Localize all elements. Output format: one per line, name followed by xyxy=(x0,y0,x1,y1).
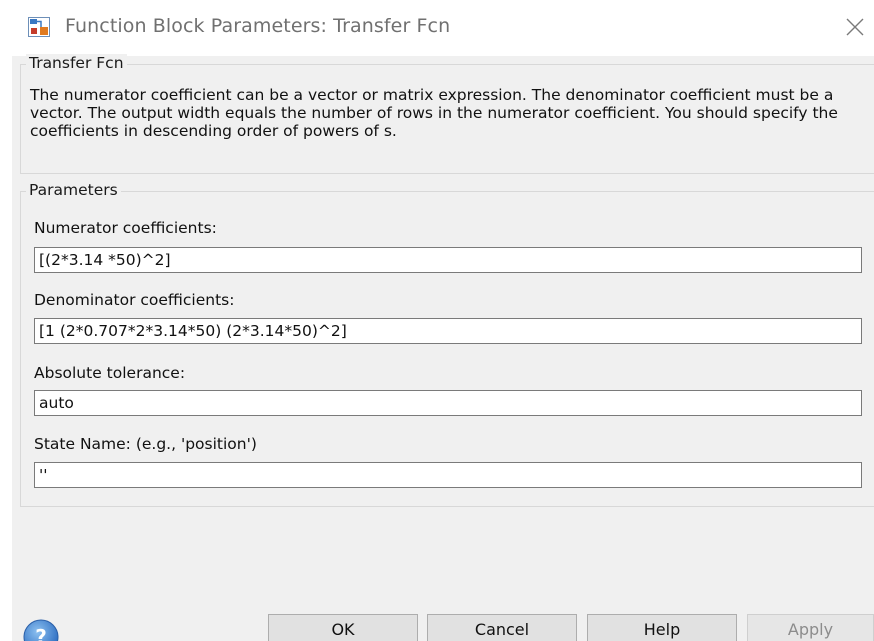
denominator-input[interactable] xyxy=(34,318,862,344)
simulink-block-icon xyxy=(28,17,50,37)
ok-button[interactable]: OK xyxy=(268,614,418,641)
parameters-section-label: Parameters xyxy=(26,181,121,199)
cancel-button[interactable]: Cancel xyxy=(427,614,577,641)
state-name-input[interactable] xyxy=(34,462,862,488)
window-title: Function Block Parameters: Transfer Fcn xyxy=(65,15,451,37)
numerator-input[interactable] xyxy=(34,247,862,273)
window-edge xyxy=(0,0,12,641)
parameters-group xyxy=(20,191,874,507)
help-button[interactable]: Help xyxy=(587,614,737,641)
numerator-label: Numerator coefficients: xyxy=(34,219,217,237)
question-icon[interactable]: ? xyxy=(22,618,60,641)
absolute-tolerance-label: Absolute tolerance: xyxy=(34,364,186,382)
denominator-label: Denominator coefficients: xyxy=(34,291,235,309)
dialog-window: Function Block Parameters: Transfer Fcn … xyxy=(0,0,874,641)
apply-button[interactable]: Apply xyxy=(747,614,874,641)
block-name-label: Transfer Fcn xyxy=(26,54,127,72)
block-description: The numerator coefficient can be a vecto… xyxy=(30,86,838,140)
state-name-label: State Name: (e.g., 'position') xyxy=(34,435,257,453)
absolute-tolerance-input[interactable] xyxy=(34,390,862,416)
title-bar[interactable]: Function Block Parameters: Transfer Fcn xyxy=(12,0,874,56)
close-icon[interactable] xyxy=(842,14,868,40)
svg-text:?: ? xyxy=(35,625,47,641)
